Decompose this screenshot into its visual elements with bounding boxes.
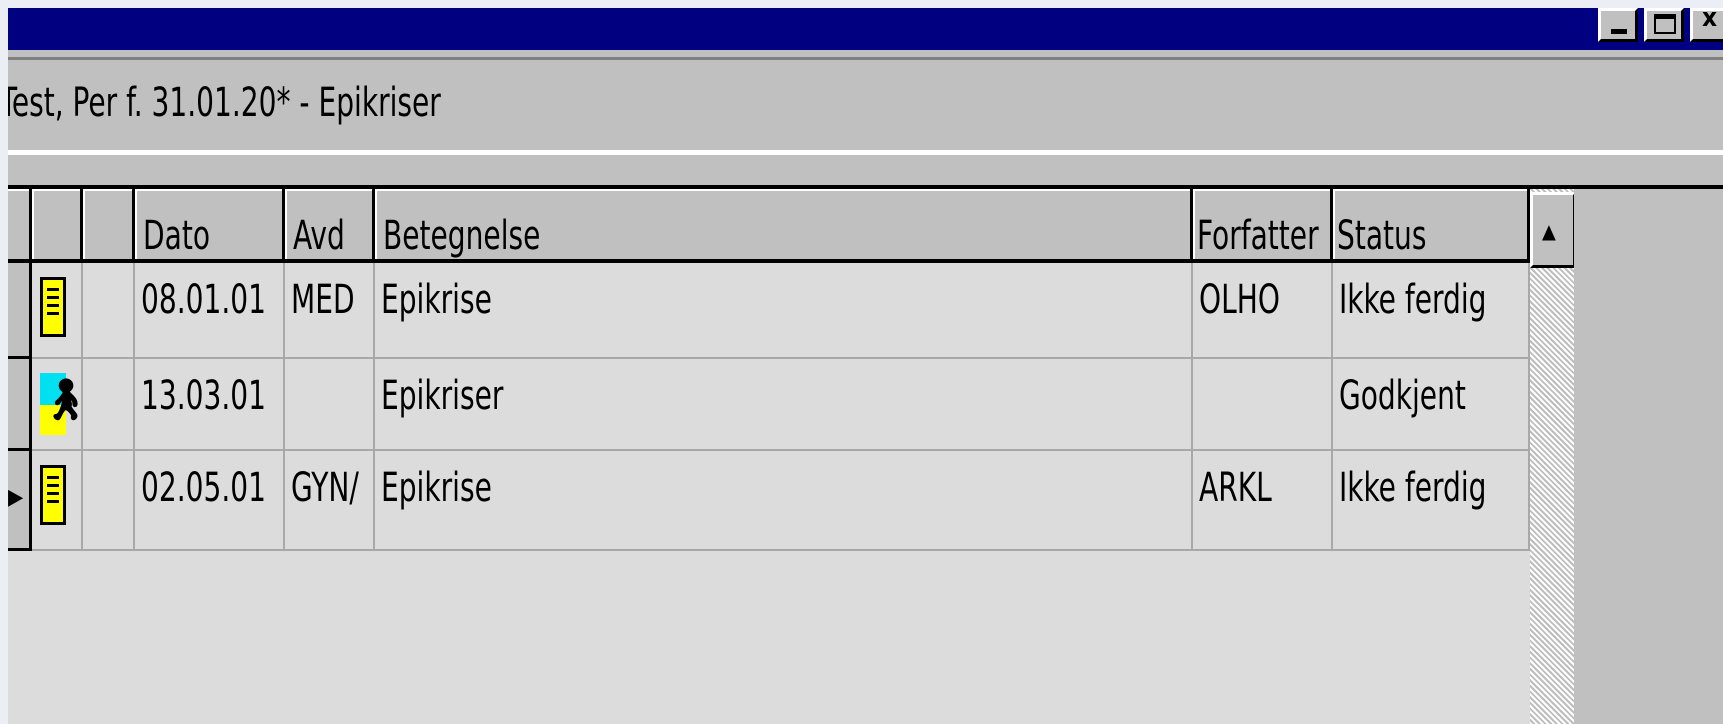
betegnelse-cell: Epikrise — [375, 263, 1193, 359]
avd-value: MED — [291, 277, 355, 323]
betegnelse-value: Epikrise — [381, 277, 492, 323]
walking-person-icon: 🚶︎ — [40, 373, 81, 435]
close-icon: x — [1702, 8, 1718, 33]
minimize-icon — [1611, 29, 1627, 34]
status-cell: Ikke ferdig — [1333, 451, 1530, 551]
column-header-status[interactable]: Status — [1333, 189, 1530, 263]
dato-value: 02.05.01 — [141, 465, 266, 511]
scroll-up-button[interactable]: ▲ — [1530, 192, 1576, 268]
dato-cell: 13.03.01 — [135, 359, 285, 451]
column-header-forfatter-label: Forfatter — [1197, 213, 1319, 259]
row-selector[interactable] — [8, 359, 32, 451]
row-selector[interactable]: ▶ — [8, 451, 32, 551]
forfatter-cell: ARKL — [1193, 451, 1333, 551]
column-header-avd-label: Avd — [293, 213, 345, 259]
window-right-edge — [1574, 189, 1723, 724]
document-caption: Test, Per f. 31.01.20* - Epikriser — [8, 57, 1723, 155]
row-icon-cell — [32, 263, 83, 359]
row-header-corner — [8, 189, 32, 263]
forfatter-value: ARKL — [1199, 465, 1272, 511]
maximize-button[interactable] — [1644, 8, 1684, 42]
vertical-scrollbar-track[interactable] — [1530, 189, 1576, 724]
column-header-avd[interactable]: Avd — [285, 189, 375, 263]
row-icon-cell: 🚶︎ — [32, 359, 83, 451]
status-cell: Godkjent — [1333, 359, 1530, 451]
column-header-betegnelse-label: Betegnelse — [383, 213, 541, 259]
title-bar[interactable]: x — [8, 8, 1723, 50]
avd-cell — [285, 359, 375, 451]
column-header-forfatter[interactable]: Forfatter — [1193, 189, 1333, 263]
column-header-betegnelse[interactable]: Betegnelse — [375, 189, 1193, 263]
betegnelse-cell: Epikrise — [375, 451, 1193, 551]
toolbar-gap — [8, 165, 1723, 185]
row-selector[interactable] — [8, 263, 32, 359]
scroll-up-arrow-icon: ▲ — [1542, 219, 1556, 243]
row-icon-cell — [32, 451, 83, 551]
avd-cell: GYN/ — [285, 451, 375, 551]
column-header-status-label: Status — [1337, 213, 1427, 259]
forfatter-cell: OLHO — [1193, 263, 1333, 359]
betegnelse-cell: Epikriser — [375, 359, 1193, 451]
status-value: Godkjent — [1339, 373, 1466, 419]
status-value: Ikke ferdig — [1339, 277, 1487, 323]
document-icon — [40, 277, 66, 337]
column-header-icon[interactable] — [32, 189, 83, 263]
dato-value: 08.01.01 — [141, 277, 266, 323]
blank-cell — [83, 263, 135, 359]
avd-cell: MED — [285, 263, 375, 359]
status-value: Ikke ferdig — [1339, 465, 1487, 511]
avd-value: GYN/ — [291, 465, 359, 511]
forfatter-value: OLHO — [1199, 277, 1280, 323]
application-window: x Test, Per f. 31.01.20* - Epikriser Dat… — [8, 8, 1723, 724]
minimize-button[interactable] — [1598, 8, 1638, 42]
betegnelse-value: Epikrise — [381, 465, 492, 511]
caption-text: Test, Per f. 31.01.20* - Epikriser — [8, 80, 441, 126]
close-button[interactable]: x — [1690, 8, 1723, 42]
column-header-dato[interactable]: Dato — [135, 189, 285, 263]
forfatter-cell — [1193, 359, 1333, 451]
maximize-icon — [1654, 14, 1676, 34]
dato-value: 13.03.01 — [141, 373, 266, 419]
status-cell: Ikke ferdig — [1333, 263, 1530, 359]
dato-cell: 08.01.01 — [135, 263, 285, 359]
blank-cell — [83, 359, 135, 451]
epikriser-table: Dato Avd Betegnelse Forfatter Status ▶ 0… — [8, 185, 1723, 724]
betegnelse-value: Epikriser — [381, 373, 504, 419]
column-header-dato-label: Dato — [143, 213, 210, 259]
dato-cell: 02.05.01 — [135, 451, 285, 551]
current-row-arrow-icon: ▶ — [8, 485, 24, 510]
column-header-blank[interactable] — [83, 189, 135, 263]
document-icon — [40, 465, 66, 525]
blank-cell — [83, 451, 135, 551]
